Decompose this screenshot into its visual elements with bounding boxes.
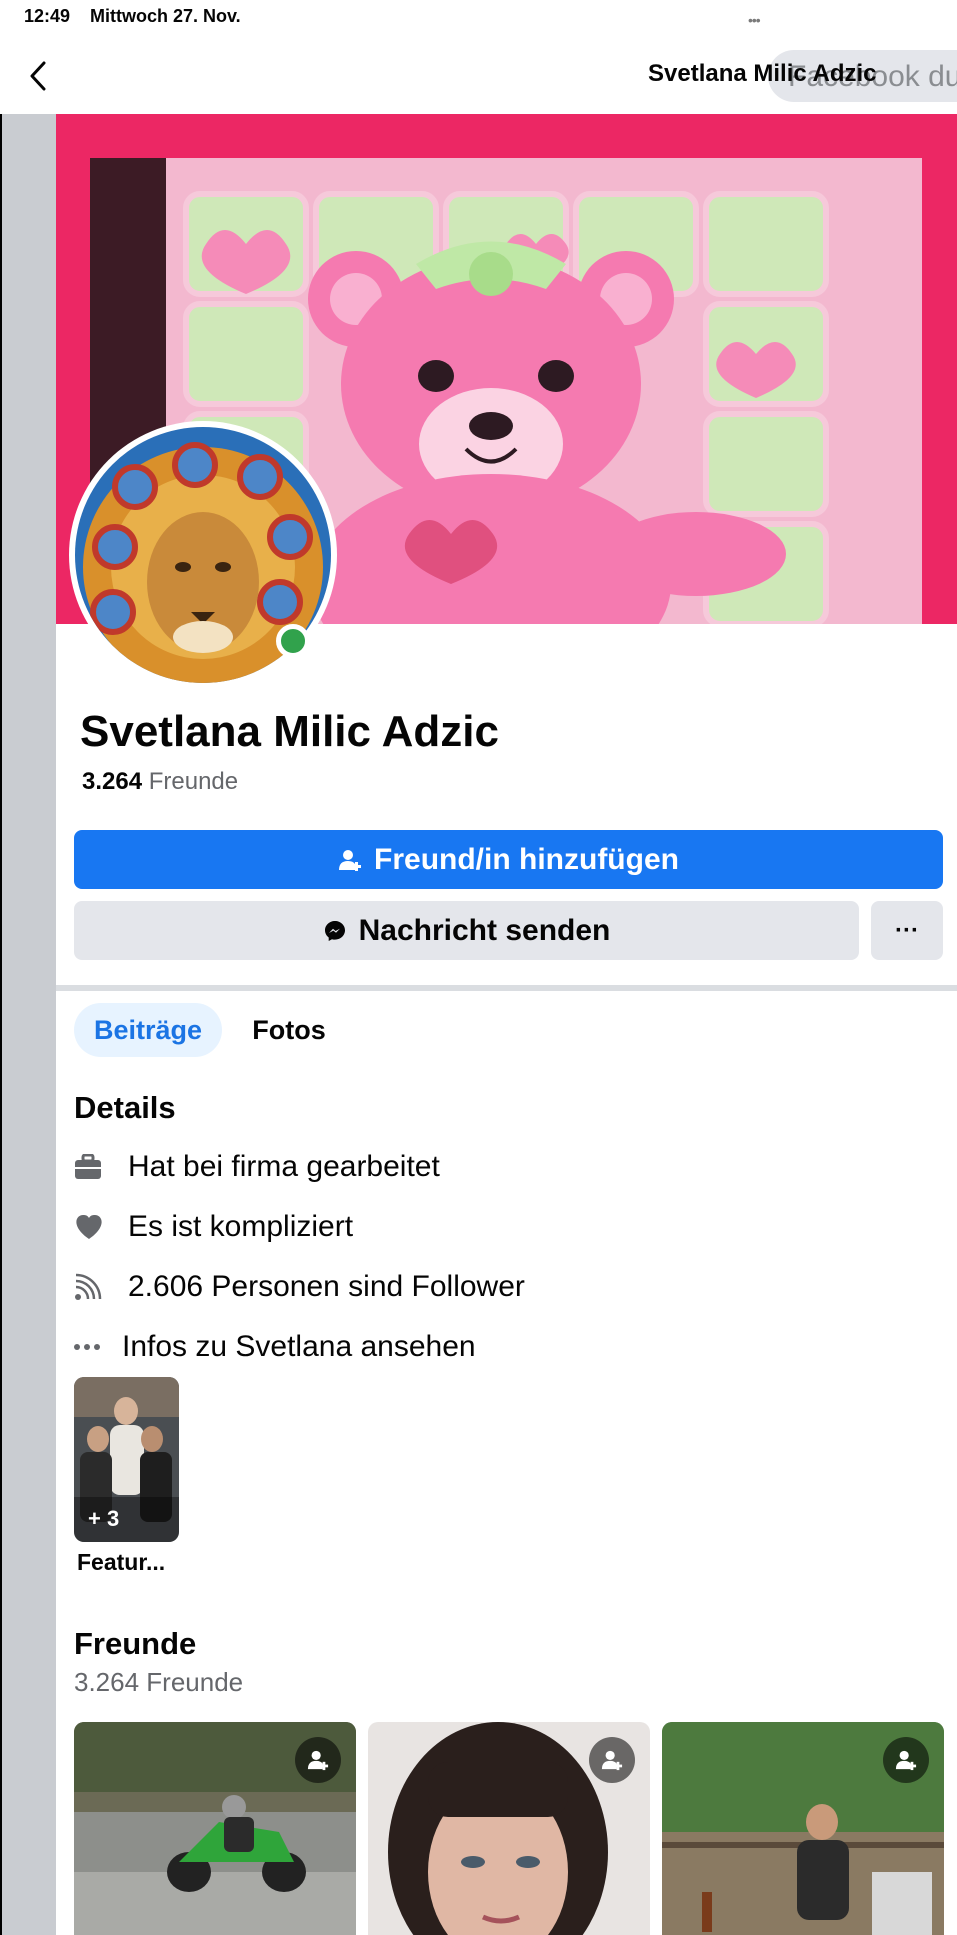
rss-icon	[74, 1273, 114, 1301]
detail-relationship: Es ist kompliziert	[74, 1207, 353, 1247]
detail-work-text: Hat bei firma gearbeitet	[128, 1150, 440, 1183]
detail-work: Hat bei firma gearbeitet	[74, 1147, 440, 1187]
multitasking-dots[interactable]: •••	[748, 12, 761, 28]
add-person-icon	[895, 1750, 917, 1771]
add-friend-icon-button[interactable]	[295, 1737, 341, 1783]
add-person-icon	[307, 1750, 329, 1771]
more-dots-icon	[74, 1343, 108, 1351]
status-date: Mittwoch 27. Nov.	[90, 6, 241, 26]
left-edge	[0, 114, 2, 1935]
friends-count: 3.264	[82, 768, 143, 795]
detail-see-info[interactable]: Infos zu Svetlana ansehen	[74, 1327, 476, 1367]
detail-followers[interactable]: 2.606 Personen sind Follower	[74, 1267, 525, 1307]
left-rail	[0, 114, 56, 1935]
status-time: 12:49	[24, 6, 71, 26]
more-options-button[interactable]: ···	[871, 901, 943, 960]
send-message-label: Nachricht senden	[358, 913, 611, 947]
friends-subtitle: 3.264 Freunde	[74, 1667, 244, 1697]
featured-count: + 3	[88, 1506, 120, 1531]
detail-relationship-text: Es ist kompliziert	[128, 1210, 354, 1243]
back-button[interactable]	[20, 56, 56, 96]
online-status-indicator	[276, 624, 310, 658]
add-friend-icon-button[interactable]	[589, 1737, 635, 1783]
chevron-left-icon	[30, 61, 46, 91]
detail-followers-text: 2.606 Personen sind Follower	[128, 1270, 525, 1303]
add-friend-icon-button[interactable]	[883, 1737, 929, 1783]
detail-see-info-text: Infos zu Svetlana ansehen	[122, 1330, 476, 1363]
details-heading: Details	[74, 1090, 176, 1125]
more-dots-label: ···	[895, 916, 919, 944]
add-friend-button[interactable]: Freund/in hinzufügen	[74, 830, 943, 889]
heart-icon	[74, 1214, 114, 1240]
add-person-icon	[601, 1750, 623, 1771]
page-title: Svetlana Milic Adzic	[648, 60, 877, 87]
add-friend-label: Freund/in hinzufügen	[374, 842, 679, 876]
friends-label: Freunde	[148, 768, 239, 795]
friends-count-line[interactable]: 3.264 Freunde	[82, 768, 238, 796]
profile-name: Svetlana Milic Adzic	[80, 707, 499, 756]
section-divider	[56, 985, 957, 991]
friends-heading: Freunde	[74, 1626, 197, 1661]
tab-photos[interactable]: Fotos	[234, 1003, 344, 1057]
tab-posts[interactable]: Beiträge	[74, 1003, 222, 1057]
briefcase-icon	[74, 1154, 114, 1180]
featured-label[interactable]: Featur...	[77, 1549, 165, 1576]
add-person-icon	[338, 848, 362, 872]
send-message-button[interactable]: Nachricht senden	[74, 901, 859, 960]
messenger-icon	[323, 919, 347, 943]
